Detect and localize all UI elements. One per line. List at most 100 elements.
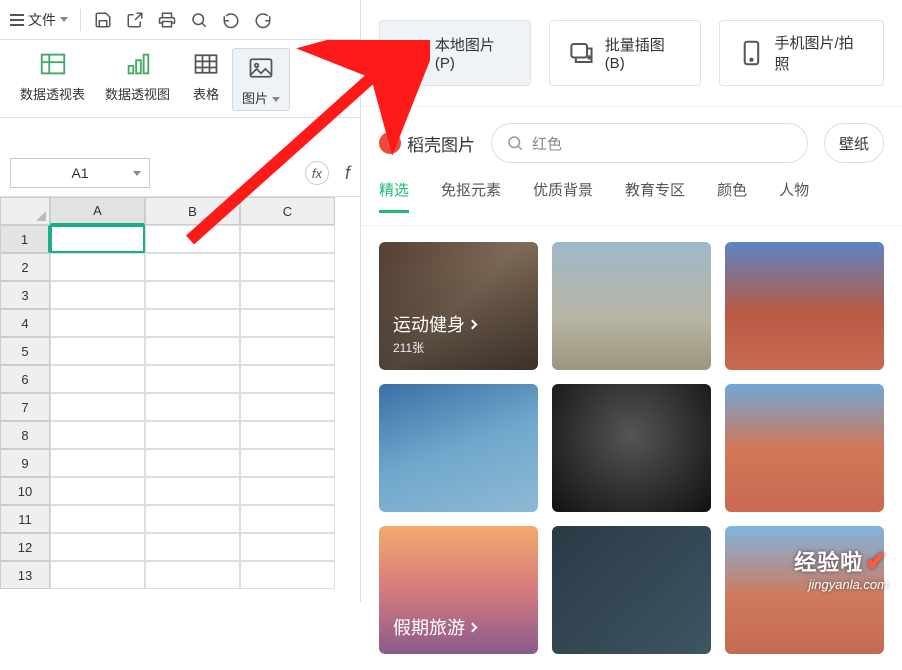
image-icon — [245, 52, 277, 84]
local-image-button[interactable]: 本地图片(P) — [379, 20, 531, 86]
cell[interactable] — [145, 393, 240, 421]
formula-input[interactable]: f — [345, 163, 350, 184]
wallpaper-pill[interactable]: 壁纸 — [824, 123, 884, 163]
cell[interactable] — [145, 505, 240, 533]
category-tabs: 精选 免抠元素 优质背景 教育专区 颜色 人物 — [361, 179, 902, 226]
cell[interactable] — [240, 337, 335, 365]
formula-bar: A1 fx f — [0, 150, 360, 197]
row-header[interactable]: 3 — [0, 281, 50, 309]
row-header[interactable]: 2 — [0, 253, 50, 281]
file-menu[interactable]: 文件 — [10, 10, 68, 30]
row-header[interactable]: 9 — [0, 449, 50, 477]
cell[interactable] — [50, 449, 145, 477]
preview-icon[interactable] — [189, 10, 209, 30]
cell[interactable] — [145, 309, 240, 337]
cell[interactable] — [240, 561, 335, 589]
tab-cutout[interactable]: 免抠元素 — [441, 179, 501, 213]
cell[interactable] — [145, 421, 240, 449]
save-icon[interactable] — [93, 10, 113, 30]
cell[interactable] — [50, 253, 145, 281]
cell-reference-input[interactable]: A1 — [10, 158, 150, 188]
cell[interactable] — [240, 505, 335, 533]
tab-background[interactable]: 优质背景 — [533, 179, 593, 213]
undo-icon[interactable] — [221, 10, 241, 30]
row-header[interactable]: 10 — [0, 477, 50, 505]
card-image[interactable] — [552, 526, 711, 654]
tab-featured[interactable]: 精选 — [379, 179, 409, 213]
cell[interactable] — [240, 449, 335, 477]
cell[interactable] — [240, 393, 335, 421]
pivot-chart-button[interactable]: 数据透视图 — [95, 48, 180, 111]
row-header[interactable]: 13 — [0, 561, 50, 589]
row-header[interactable]: 6 — [0, 365, 50, 393]
cell[interactable] — [240, 253, 335, 281]
tab-education[interactable]: 教育专区 — [625, 179, 685, 213]
cell[interactable] — [240, 365, 335, 393]
pivot-chart-icon — [122, 48, 154, 80]
card-image[interactable] — [552, 384, 711, 512]
row-header[interactable]: 8 — [0, 421, 50, 449]
redo-icon[interactable] — [253, 10, 273, 30]
print-icon[interactable] — [157, 10, 177, 30]
cell[interactable] — [145, 477, 240, 505]
phone-image-button[interactable]: 手机图片/拍照 — [719, 20, 884, 86]
card-image[interactable] — [552, 242, 711, 370]
cell[interactable] — [145, 561, 240, 589]
cell[interactable] — [50, 337, 145, 365]
col-header[interactable]: C — [240, 197, 335, 225]
card-vacation[interactable]: 假期旅游 — [379, 526, 538, 654]
row-header[interactable]: 4 — [0, 309, 50, 337]
cell[interactable] — [50, 561, 145, 589]
cell[interactable] — [50, 393, 145, 421]
card-image[interactable] — [725, 242, 884, 370]
card-image[interactable] — [725, 384, 884, 512]
cell[interactable] — [240, 477, 335, 505]
cell[interactable] — [50, 505, 145, 533]
card-image[interactable] — [725, 526, 884, 654]
cell[interactable] — [145, 449, 240, 477]
cell[interactable] — [50, 533, 145, 561]
row-header[interactable]: 1 — [0, 225, 50, 253]
tab-color[interactable]: 颜色 — [717, 179, 747, 213]
cell[interactable] — [145, 533, 240, 561]
card-image[interactable] — [379, 384, 538, 512]
cell[interactable] — [145, 365, 240, 393]
export-icon[interactable] — [125, 10, 145, 30]
search-input[interactable]: 红色 — [491, 123, 808, 163]
cell[interactable] — [50, 421, 145, 449]
cell[interactable] — [240, 225, 335, 253]
table-icon — [190, 48, 222, 80]
image-button[interactable]: 图片 — [232, 48, 290, 111]
batch-image-button[interactable]: 批量插图(B) — [549, 20, 701, 86]
image-icon — [398, 39, 425, 67]
cell[interactable] — [50, 477, 145, 505]
fx-button[interactable]: fx — [305, 161, 329, 185]
cell[interactable] — [50, 225, 145, 253]
cell-grid[interactable]: A B C 1 2 3 4 5 6 7 8 9 10 11 12 13 — [0, 197, 360, 589]
tab-people[interactable]: 人物 — [779, 179, 809, 213]
pivot-table-button[interactable]: 数据透视表 — [10, 48, 95, 111]
chevron-right-icon — [468, 319, 478, 329]
cell[interactable] — [50, 281, 145, 309]
cell[interactable] — [145, 337, 240, 365]
cell[interactable] — [240, 309, 335, 337]
cell[interactable] — [50, 365, 145, 393]
row-header[interactable]: 5 — [0, 337, 50, 365]
table-button[interactable]: 表格 — [180, 48, 232, 111]
card-fitness[interactable]: 运动健身 211张 — [379, 242, 538, 370]
select-all-corner[interactable] — [0, 197, 50, 225]
cell[interactable] — [145, 281, 240, 309]
col-header[interactable]: A — [50, 197, 145, 225]
ribbon-label: 图片 — [242, 88, 280, 107]
row-header[interactable]: 7 — [0, 393, 50, 421]
cell[interactable] — [145, 225, 240, 253]
cell[interactable] — [145, 253, 240, 281]
col-header[interactable]: B — [145, 197, 240, 225]
cell[interactable] — [240, 421, 335, 449]
cell[interactable] — [50, 309, 145, 337]
row-header[interactable]: 11 — [0, 505, 50, 533]
spreadsheet: A1 fx f A B C 1 2 3 4 5 6 7 8 9 10 11 12… — [0, 150, 360, 602]
row-header[interactable]: 12 — [0, 533, 50, 561]
cell[interactable] — [240, 281, 335, 309]
cell[interactable] — [240, 533, 335, 561]
